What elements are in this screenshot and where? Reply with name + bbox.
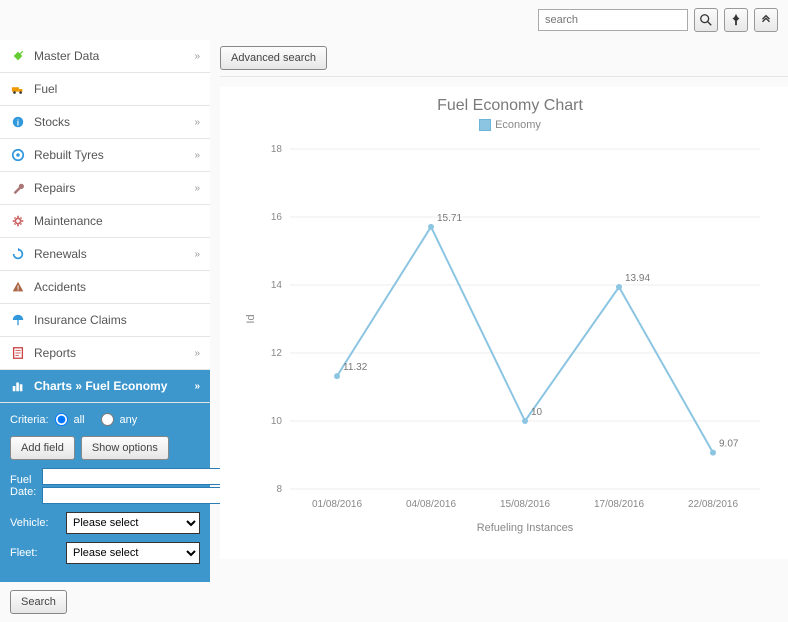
umbrella-icon <box>10 312 26 328</box>
warn-icon: ! <box>10 279 26 295</box>
svg-text:13.94: 13.94 <box>625 273 650 284</box>
sidebar-item-label: Fuel <box>34 82 57 96</box>
fuel-date-label: Fuel Date: <box>10 474 36 498</box>
svg-text:15/08/2016: 15/08/2016 <box>500 499 550 510</box>
chevron-up-icon <box>759 13 773 27</box>
chevron-right-icon: » <box>194 249 200 260</box>
search-input[interactable] <box>538 9 688 31</box>
criteria-label: Criteria: <box>10 414 49 426</box>
sidebar-item-label: Maintenance <box>34 214 103 228</box>
svg-text:16: 16 <box>271 212 283 223</box>
search-icon <box>699 13 713 27</box>
chart-container: Fuel Economy Chart Economy 8 10 12 14 16 18 01… <box>220 87 788 559</box>
svg-text:8: 8 <box>276 484 282 495</box>
chevron-right-icon: » <box>194 183 200 194</box>
topbar <box>0 0 788 40</box>
svg-text:14: 14 <box>271 280 283 291</box>
sidebar-item-label: Insurance Claims <box>34 313 127 327</box>
chevron-right-icon: » <box>194 150 200 161</box>
sidebar-item-rebuilt-tyres[interactable]: Rebuilt Tyres » <box>0 139 210 172</box>
svg-text:18: 18 <box>271 144 283 155</box>
sidebar-active-label: Charts » Fuel Economy <box>34 379 167 393</box>
sidebar-item-label: Accidents <box>34 280 86 294</box>
chevron-right-icon: » <box>194 51 200 62</box>
main-content: Advanced search Fuel Economy Chart Econo… <box>210 40 788 559</box>
sidebar-item-maintenance[interactable]: Maintenance <box>0 205 210 238</box>
radio-all[interactable] <box>55 413 68 426</box>
radio-any-label: any <box>120 414 138 426</box>
svg-text:15.71: 15.71 <box>437 213 462 224</box>
svg-text:9.07: 9.07 <box>719 439 739 450</box>
vehicle-select[interactable]: Please select <box>66 512 200 534</box>
fuel-date-from-input[interactable] <box>42 468 221 485</box>
sidebar-item-label: Repairs <box>34 181 75 195</box>
svg-text:i: i <box>17 119 19 128</box>
pin-icon <box>10 48 26 64</box>
svg-text:Refueling Instances: Refueling Instances <box>477 522 574 534</box>
wrench-icon <box>10 180 26 196</box>
show-options-button[interactable]: Show options <box>81 436 169 460</box>
pin-icon <box>729 13 743 27</box>
chevron-right-icon: » <box>194 348 200 359</box>
radio-all-label: all <box>74 414 85 426</box>
svg-text:10: 10 <box>271 416 283 427</box>
gear-icon <box>10 213 26 229</box>
sidebar-item-insurance-claims[interactable]: Insurance Claims <box>0 304 210 337</box>
svg-text:10: 10 <box>531 407 543 418</box>
chart-legend: Economy <box>240 119 780 131</box>
sidebar-item-renewals[interactable]: Renewals » <box>0 238 210 271</box>
svg-text:12: 12 <box>271 348 283 359</box>
svg-text:17/08/2016: 17/08/2016 <box>594 499 644 510</box>
sidebar-item-fuel[interactable]: Fuel <box>0 73 210 106</box>
svg-text:Id: Id <box>245 315 257 324</box>
fleet-label: Fleet: <box>10 547 60 559</box>
chart-title: Fuel Economy Chart <box>240 97 780 115</box>
add-field-button[interactable]: Add field <box>10 436 75 460</box>
report-icon <box>10 345 26 361</box>
svg-text:01/08/2016: 01/08/2016 <box>312 499 362 510</box>
fleet-select[interactable]: Please select <box>66 542 200 564</box>
sidebar-item-label: Renewals <box>34 247 87 261</box>
chart-icon <box>10 378 26 394</box>
chevron-right-icon: » <box>194 381 200 392</box>
radio-any[interactable] <box>101 413 114 426</box>
svg-text:11.32: 11.32 <box>343 362 368 373</box>
tyre-icon <box>10 147 26 163</box>
sidebar-item-accidents[interactable]: ! Accidents <box>0 271 210 304</box>
collapse-button[interactable] <box>754 8 778 32</box>
advanced-search-button[interactable]: Advanced search <box>220 46 327 70</box>
search-button[interactable] <box>694 8 718 32</box>
legend-swatch <box>479 119 491 131</box>
svg-text:04/08/2016: 04/08/2016 <box>406 499 456 510</box>
sidebar-item-reports[interactable]: Reports » <box>0 337 210 370</box>
sidebar-item-charts[interactable]: Charts » Fuel Economy » <box>0 370 210 403</box>
vehicle-label: Vehicle: <box>10 517 60 529</box>
sidebar-item-master-data[interactable]: Master Data » <box>0 40 210 73</box>
pin-button[interactable] <box>724 8 748 32</box>
sidebar-item-label: Master Data <box>34 49 99 63</box>
sidebar-item-label: Reports <box>34 346 76 360</box>
sidebar-item-label: Stocks <box>34 115 70 129</box>
sidebar-item-repairs[interactable]: Repairs » <box>0 172 210 205</box>
svg-text:!: ! <box>17 286 19 293</box>
sidebar-item-label: Rebuilt Tyres <box>34 148 104 162</box>
renew-icon <box>10 246 26 262</box>
chart-svg: 8 10 12 14 16 18 01/08/2016 04/08/2016 15/08/201… <box>240 139 780 539</box>
search-button-filter[interactable]: Search <box>10 590 67 614</box>
truck-icon <box>10 81 26 97</box>
sidebar: Master Data»FueliStocks»Rebuilt Tyres»Re… <box>0 40 210 622</box>
legend-label: Economy <box>495 119 541 131</box>
filter-panel: Criteria: all any Add field Show options… <box>0 403 210 582</box>
info-icon: i <box>10 114 26 130</box>
fuel-date-to-input[interactable] <box>42 487 221 504</box>
sidebar-item-stocks[interactable]: i Stocks » <box>0 106 210 139</box>
svg-text:22/08/2016: 22/08/2016 <box>688 499 738 510</box>
chevron-right-icon: » <box>194 117 200 128</box>
